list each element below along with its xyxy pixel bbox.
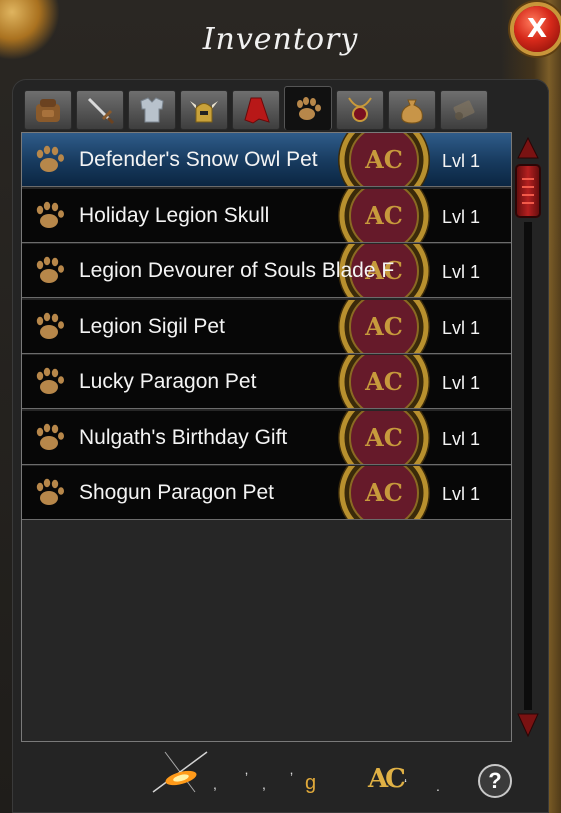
scroll-icon [453,100,475,120]
ac-badge-text: AC [364,367,403,396]
ac-coin-badge-icon: AC [338,133,430,186]
item-level: Lvl 1 [442,428,481,449]
window-title: Inventory [202,22,359,57]
pet-paw-icon [36,423,64,450]
gold-amount-fragment: , [213,776,217,792]
item-name: Defender's Snow Owl Pet [79,148,318,171]
helmet-icon [190,101,218,123]
ac-badge-text: AC [364,312,403,341]
backpack-icon [36,99,60,122]
ac-coin-badge-icon: AC [338,355,430,408]
item-name: Shogun Paragon Pet [79,481,274,504]
pet-paw-icon [36,256,64,283]
grip-line [522,178,534,180]
grip-line [522,186,534,188]
grip-line [522,202,534,204]
gold-currency-label: g [305,772,317,794]
pet-paw-icon [297,96,321,120]
item-level: Lvl 1 [442,206,481,227]
tab-items[interactable] [388,90,436,130]
gold-amount-fragment: ʼ [245,770,249,786]
ac-currency-label: AC [368,764,406,794]
ac-amount-fragment: ʻ [404,776,408,792]
item-name: Lucky Paragon Pet [79,370,257,393]
scroll-up-button[interactable] [516,136,540,160]
close-button[interactable]: X [514,6,560,52]
inventory-item-row[interactable]: AC Legion Sigil Pet Lvl 1 [22,299,511,354]
inventory-item-row[interactable]: AC Legion Devourer of Souls Blade F Lvl 1 [22,244,511,298]
gold-coin-icon [152,751,208,793]
item-level: Lvl 1 [442,484,481,504]
pet-paw-icon [36,478,64,505]
item-name: Legion Sigil Pet [79,314,225,338]
item-level: Lvl 1 [442,262,481,282]
arrow-up-icon [517,136,539,159]
inventory-item-row[interactable]: AC Defender's Snow Owl Pet Lvl 1 [22,133,511,187]
ac-coin-badge-icon: AC [338,188,430,242]
inventory-item-row[interactable]: AC Lucky Paragon Pet Lvl 1 [22,355,511,409]
tab-amulets[interactable] [336,90,384,130]
tab-capes[interactable] [232,90,280,130]
item-level: Lvl 1 [442,317,481,338]
ac-badge-text: AC [364,201,403,230]
gold-amount-fragment: , [262,776,266,792]
pet-paw-icon [36,145,64,172]
item-name: Nulgath's Birthday Gift [79,425,288,449]
tab-weapons[interactable] [76,90,124,130]
tab-helmets[interactable] [180,90,228,130]
pet-paw-icon [36,312,64,339]
arrow-down-icon [517,713,539,738]
pet-paw-icon [36,201,64,228]
tab-backpack[interactable] [24,90,72,130]
ac-coin-badge-icon: AC [338,466,430,519]
item-name: Legion Devourer of Souls Blade F [79,259,395,282]
scroll-track[interactable] [524,222,532,710]
inventory-item-row[interactable]: AC Nulgath's Birthday Gift Lvl 1 [22,410,511,465]
item-name: Holiday Legion Skull [79,203,270,227]
tab-quest-items[interactable] [440,90,488,130]
ac-badge-text: AC [364,145,403,174]
item-bag-icon [401,99,423,124]
pet-paw-icon [36,367,64,394]
help-button[interactable]: ? [478,764,512,798]
ac-badge-text: AC [364,423,403,452]
item-level: Lvl 1 [442,373,481,393]
tab-pets[interactable] [284,86,332,130]
close-icon: X [526,14,548,44]
category-tabs [24,86,488,130]
ac-coin-badge-icon: AC [338,410,430,464]
grip-line [522,194,534,196]
sword-icon [87,97,115,125]
item-level: Lvl 1 [442,151,481,171]
scroll-thumb[interactable] [515,164,541,218]
inventory-item-row[interactable]: AC Shogun Paragon Pet Lvl 1 [22,466,511,520]
armor-icon [140,97,164,123]
ac-badge-text: AC [364,478,403,507]
ac-coin-badge-icon: AC [338,299,430,353]
amulet-icon [348,97,372,122]
scroll-down-button[interactable] [516,712,540,738]
inventory-item-row[interactable]: AC Holiday Legion Skull Lvl 1 [22,188,511,243]
ac-amount-fragment: . [436,778,440,794]
tab-armor[interactable] [128,90,176,130]
cape-icon [244,97,270,124]
gold-amount-fragment: ʼ [290,770,294,786]
